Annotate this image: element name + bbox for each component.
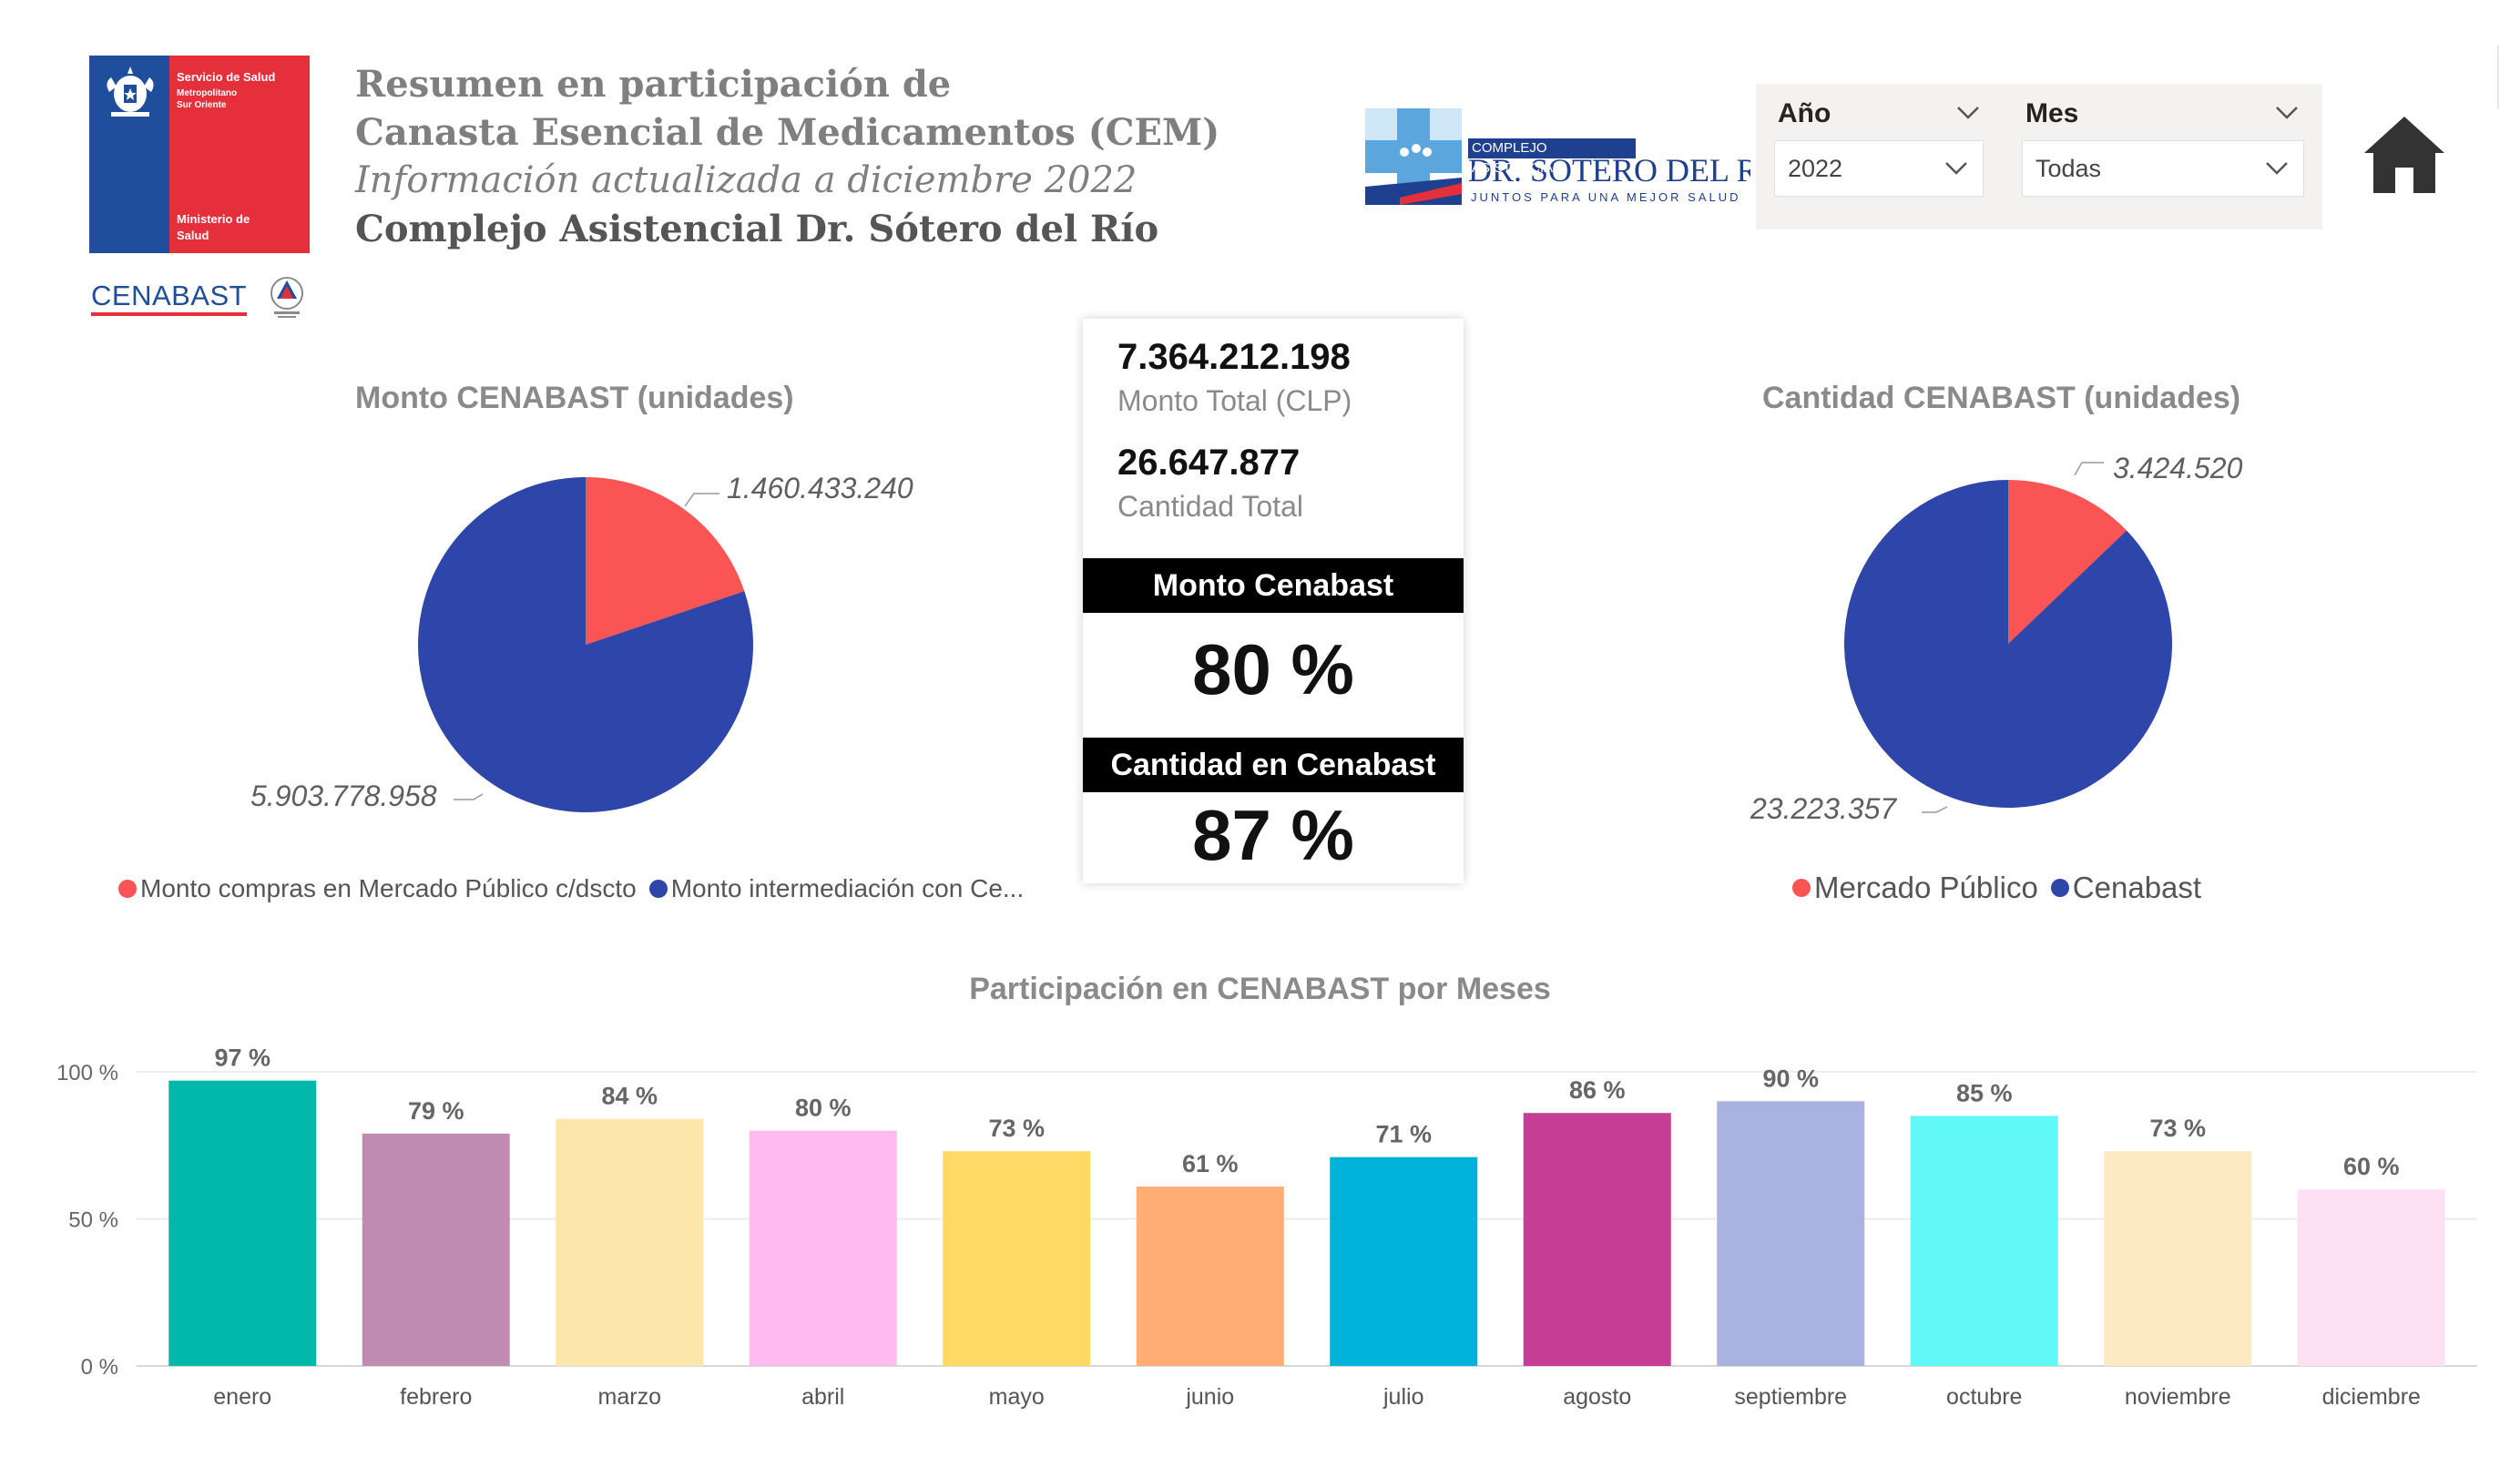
bar[interactable] xyxy=(2297,1189,2445,1366)
page-title-line1: Resumen en participación de xyxy=(355,63,952,106)
servicio-salud-logo: Servicio de Salud Metropolitano Sur Orie… xyxy=(89,56,310,253)
bar[interactable] xyxy=(943,1151,1091,1366)
bar[interactable] xyxy=(1330,1156,1478,1366)
month-select-value: Todas xyxy=(2035,154,2102,182)
monto-pie-title: Monto CENABAST (unidades) xyxy=(355,381,794,415)
pie-data-label: 1.460.433.240 xyxy=(727,472,913,504)
x-tick-label: diciembre xyxy=(2322,1384,2421,1410)
bar-data-label: 71 % xyxy=(1375,1121,1432,1148)
chevron-down-icon xyxy=(2266,162,2288,175)
legend-marker xyxy=(648,880,668,898)
bar-data-label: 90 % xyxy=(1762,1065,1819,1092)
bar-data-label: 61 % xyxy=(1182,1150,1239,1177)
bar[interactable] xyxy=(168,1080,317,1366)
award-emblem-icon xyxy=(270,277,304,318)
monto-cenabast-percent: 80 % xyxy=(1192,629,1354,709)
bar-data-label: 60 % xyxy=(2343,1153,2400,1180)
legend-marker xyxy=(118,880,137,898)
bar[interactable] xyxy=(1523,1113,1671,1366)
cantidad-cenabast-percent: 87 % xyxy=(1192,795,1354,875)
cenabast-logo-text: CENABAST xyxy=(91,280,248,316)
bar[interactable] xyxy=(749,1130,897,1366)
month-select[interactable]: Todas xyxy=(2022,140,2304,197)
x-tick-label: septiembre xyxy=(1734,1384,1847,1410)
x-tick-label: enero xyxy=(213,1384,271,1410)
update-info: Información actualizada a diciembre 2022 xyxy=(355,159,1138,201)
bar[interactable] xyxy=(1910,1116,2058,1366)
cantidad-pie-legend: Mercado Público Cenabast xyxy=(1792,871,2201,905)
hospital-logo-tagline: JUNTOS PARA UNA MEJOR SALUD xyxy=(1471,190,1741,204)
logo-subtext: Metropolitano Sur Oriente xyxy=(177,88,238,110)
x-tick-label: noviembre xyxy=(2125,1384,2231,1410)
x-tick-label: junio xyxy=(1185,1384,1234,1410)
y-tick-label: 50 % xyxy=(68,1208,118,1233)
bar-data-label: 97 % xyxy=(214,1044,270,1072)
bar[interactable] xyxy=(556,1118,704,1366)
legend-marker xyxy=(1792,879,1811,897)
cenabast-logo: CENABAST xyxy=(91,275,314,321)
pie-data-label: 5.903.778.958 xyxy=(250,779,437,812)
legend-item[interactable]: Mercado Público xyxy=(1814,871,2038,905)
chevron-down-icon[interactable] xyxy=(1954,104,1982,122)
monto-total-value: 7.364.212.198 xyxy=(1117,337,1351,377)
logo-text: Servicio de Salud xyxy=(177,70,276,84)
cantidad-total-value: 26.647.877 xyxy=(1117,443,1301,483)
home-icon[interactable] xyxy=(2361,111,2448,199)
x-tick-label: octubre xyxy=(1946,1384,2022,1410)
legend-item[interactable]: Monto intermediación con Ce... xyxy=(671,874,1025,903)
legend-item[interactable]: Monto compras en Mercado Público c/dscto xyxy=(140,874,637,903)
x-tick-label: julio xyxy=(1382,1384,1423,1410)
bar-data-label: 80 % xyxy=(795,1095,852,1122)
monto-cenabast-header: Monto Cenabast xyxy=(1083,558,1464,613)
bar[interactable] xyxy=(1717,1101,1865,1366)
bar-data-label: 79 % xyxy=(408,1097,464,1125)
cantidad-pie-title: Cantidad CENABAST (unidades) xyxy=(1762,381,2241,415)
legend-item[interactable]: Cenabast xyxy=(2073,871,2201,905)
hospital-name: Complejo Asistencial Dr. Sótero del Río xyxy=(355,208,1159,250)
bar-data-label: 73 % xyxy=(2149,1115,2206,1142)
month-filter-label: Mes xyxy=(2025,98,2079,128)
hospital-logo-top-band: COMPLEJO ASISTENCIAL xyxy=(1468,138,1636,176)
cantidad-cenabast-header: Cantidad en Cenabast xyxy=(1083,738,1464,792)
y-tick-label: 0 % xyxy=(81,1355,118,1380)
page-title-line2: Canasta Esencial de Medicamentos (CEM) xyxy=(355,111,1220,154)
bar-chart-title: Participación en CENABAST por Meses xyxy=(969,972,1551,1006)
logo-ministry-text: Ministerio de Salud xyxy=(177,212,250,242)
coat-of-arms-icon xyxy=(107,66,154,117)
y-tick-label: 100 % xyxy=(56,1061,118,1085)
bar[interactable] xyxy=(2104,1151,2252,1366)
x-tick-label: abril xyxy=(801,1384,844,1410)
pie-data-label: 23.223.357 xyxy=(1750,792,1897,825)
year-filter-label: Año xyxy=(1778,98,1831,128)
year-select-value: 2022 xyxy=(1788,154,1843,182)
x-tick-label: marzo xyxy=(598,1384,661,1410)
bar-data-label: 84 % xyxy=(601,1083,658,1110)
chevron-down-icon xyxy=(1945,162,1967,175)
bar[interactable] xyxy=(1136,1186,1284,1366)
x-tick-label: mayo xyxy=(989,1384,1045,1410)
monto-pie-legend: Monto compras en Mercado Público c/dscto… xyxy=(118,874,1024,903)
pie-data-label: 3.424.520 xyxy=(2113,452,2243,484)
bar[interactable] xyxy=(362,1133,510,1366)
kpi-card: 7.364.212.198 Monto Total (CLP) 26.647.8… xyxy=(1083,319,1464,883)
year-select[interactable]: 2022 xyxy=(1774,140,1984,197)
cantidad-pie-chart xyxy=(1844,462,2172,813)
scrollbar[interactable] xyxy=(2497,46,2499,109)
cantidad-total-label: Cantidad Total xyxy=(1117,490,1303,523)
chevron-down-icon[interactable] xyxy=(2273,104,2301,122)
x-tick-label: agosto xyxy=(1563,1384,1631,1410)
bar-data-label: 86 % xyxy=(1569,1076,1626,1104)
x-tick-label: febrero xyxy=(400,1384,472,1410)
bar-data-label: 85 % xyxy=(1956,1079,2013,1106)
filter-panel: Año 2022 Mes Todas xyxy=(1756,84,2322,229)
monthly-bar-chart: 0 % 50 % 100 % 97 % enero 79 % febrero 84 % marz… xyxy=(56,1044,2477,1410)
legend-marker xyxy=(2050,879,2069,897)
monto-total-label: Monto Total (CLP) xyxy=(1117,384,1352,417)
bar-data-label: 73 % xyxy=(988,1115,1045,1142)
